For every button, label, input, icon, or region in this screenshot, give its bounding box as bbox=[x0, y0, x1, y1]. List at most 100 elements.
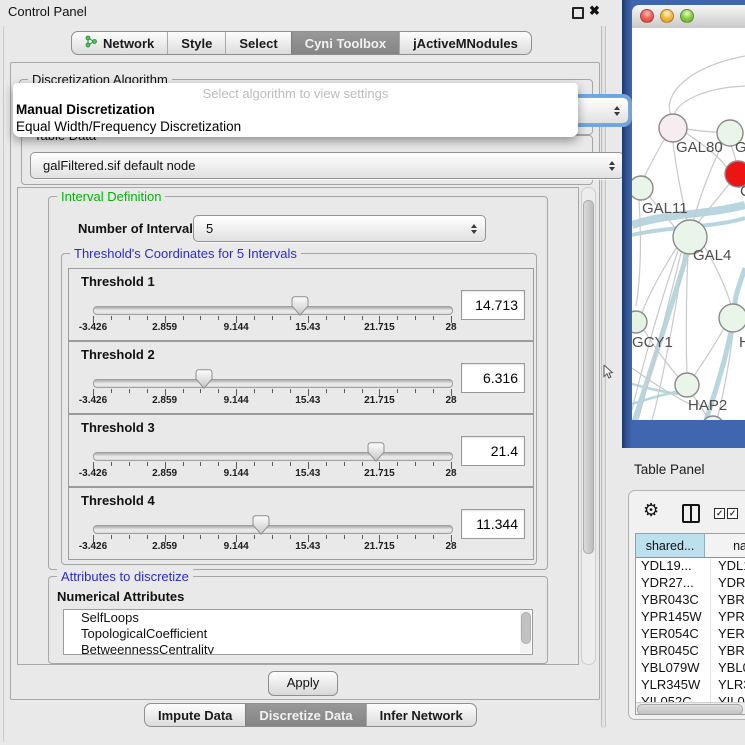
node-label: C bbox=[740, 183, 745, 200]
tick-mark bbox=[397, 389, 398, 393]
tick-mark bbox=[254, 462, 255, 466]
tab-select[interactable]: Select bbox=[225, 32, 290, 54]
tick-mark bbox=[326, 316, 327, 320]
tab-label: Style bbox=[181, 36, 212, 51]
tick-mark bbox=[362, 316, 363, 320]
tick-label: 28 bbox=[445, 395, 456, 406]
threshold-value-field[interactable] bbox=[461, 509, 525, 539]
list-scrollbar[interactable] bbox=[520, 611, 531, 653]
tab-label: jActiveMNodules bbox=[413, 36, 518, 51]
table-row[interactable]: YLR345WYLR3 bbox=[636, 677, 745, 694]
slider-track[interactable] bbox=[93, 452, 453, 461]
cell-shared-name: YLR345W bbox=[636, 677, 711, 694]
cell-shared-name: YBL079W bbox=[636, 660, 711, 677]
minimize-traffic-light-icon[interactable] bbox=[660, 9, 674, 23]
tab-discretize-data[interactable]: Discretize Data bbox=[245, 704, 365, 726]
table-data-combobox[interactable]: galFiltered.sif default node bbox=[30, 152, 624, 179]
tick-mark bbox=[111, 535, 112, 539]
cell-shared-name: YDR27... bbox=[636, 575, 711, 592]
tick-mark bbox=[326, 389, 327, 393]
mouse-cursor bbox=[603, 365, 614, 380]
slider-thumb[interactable] bbox=[367, 442, 385, 462]
popup-option-equal-width-frequency[interactable]: Equal Width/Frequency Discretization bbox=[13, 118, 578, 135]
float-window-icon[interactable] bbox=[572, 7, 584, 19]
node-label: GCY1 bbox=[632, 334, 673, 351]
tick-label: 15.43 bbox=[295, 395, 320, 406]
slider-track[interactable] bbox=[93, 306, 453, 315]
attribute-list-item[interactable]: SelfLoops bbox=[64, 610, 532, 626]
table-row[interactable]: YDL19...YDL1 bbox=[636, 558, 745, 575]
settings-vertical-scrollbar[interactable] bbox=[581, 187, 596, 665]
tick-label: 21.715 bbox=[364, 468, 395, 479]
tick-mark bbox=[183, 462, 184, 466]
panel-left-edge bbox=[3, 26, 4, 742]
network-node-gal80[interactable] bbox=[659, 114, 687, 142]
tick-mark bbox=[129, 462, 130, 466]
table-row[interactable]: YPR145WYPR1 bbox=[636, 609, 745, 626]
table-horizontal-scrollbar[interactable] bbox=[636, 702, 745, 715]
tab-cyni-toolbox[interactable]: Cyni Toolbox bbox=[291, 32, 399, 54]
tick-mark bbox=[433, 535, 434, 539]
tick-mark bbox=[200, 462, 201, 466]
numerical-attributes-list[interactable]: SelfLoopsTopologicalCoefficientBetweenne… bbox=[63, 609, 533, 655]
zoom-traffic-light-icon[interactable] bbox=[680, 9, 694, 23]
attribute-list-item[interactable]: TopologicalCoefficient bbox=[64, 626, 532, 642]
threshold-value-field[interactable] bbox=[461, 290, 525, 320]
checkbox-icon[interactable]: ✓ bbox=[727, 508, 738, 519]
threshold-value-field[interactable] bbox=[461, 363, 525, 393]
network-node-h[interactable] bbox=[719, 304, 745, 332]
close-traffic-light-icon[interactable] bbox=[640, 9, 654, 23]
table-data-combobox-value: galFiltered.sif default node bbox=[43, 158, 195, 173]
interval-definition-group: Interval Definition Number of Intervals … bbox=[48, 196, 548, 570]
number-of-intervals-combobox[interactable]: 5 bbox=[193, 215, 486, 242]
popup-option-manual-discretization[interactable]: Manual Discretization bbox=[13, 101, 578, 118]
network-node-gal11[interactable] bbox=[632, 176, 653, 200]
attribute-list-item[interactable]: BetweennessCentrality bbox=[64, 642, 532, 655]
table-row[interactable]: YDR27...YDR2 bbox=[636, 575, 745, 592]
cell-name: YBR0 bbox=[711, 643, 745, 660]
node-label: HAP2 bbox=[688, 397, 727, 414]
split-column-icon[interactable] bbox=[682, 504, 700, 523]
settings-scroll-viewport: Interval Definition Number of Intervals … bbox=[17, 187, 579, 665]
tick-label: 21.715 bbox=[364, 322, 395, 333]
threshold-value-field[interactable] bbox=[461, 436, 525, 466]
tick-mark bbox=[129, 389, 130, 393]
table-panel-title: Table Panel bbox=[634, 462, 705, 477]
tick-label: 2.859 bbox=[152, 322, 177, 333]
apply-button[interactable]: Apply bbox=[268, 671, 338, 696]
slider-thumb[interactable] bbox=[291, 296, 309, 316]
close-icon[interactable]: ✖ bbox=[589, 3, 600, 19]
number-of-intervals-label: Number of Intervals bbox=[78, 221, 200, 236]
table-row[interactable]: YER054CYER0 bbox=[636, 626, 745, 643]
table-row[interactable]: YBR045CYBR0 bbox=[636, 643, 745, 660]
tick-mark bbox=[254, 316, 255, 320]
tab-infer-network[interactable]: Infer Network bbox=[366, 704, 476, 726]
tab-network[interactable]: Network bbox=[72, 32, 167, 54]
tab-jactivemnodules[interactable]: jActiveMNodules bbox=[399, 32, 531, 54]
table-row[interactable]: YBR043CYBR0 bbox=[636, 592, 745, 609]
network-node-gcy1[interactable] bbox=[632, 311, 647, 333]
threshold-label: Threshold 3 bbox=[81, 420, 155, 435]
node-label: GAL11 bbox=[642, 200, 688, 217]
table-header-row: shared... na bbox=[636, 534, 745, 558]
table-row[interactable]: YBL079WYBL0 bbox=[636, 660, 745, 677]
slider-track[interactable] bbox=[93, 525, 453, 534]
checkbox-icon[interactable]: ✓ bbox=[714, 508, 725, 519]
tick-mark bbox=[111, 389, 112, 393]
slider-track[interactable] bbox=[93, 379, 453, 388]
tick-mark bbox=[415, 462, 416, 466]
tab-impute-data[interactable]: Impute Data bbox=[145, 704, 245, 726]
tab-style[interactable]: Style bbox=[167, 32, 225, 54]
network-canvas[interactable]: GAL80GACGAL11GAL4GCY1HHAP2 bbox=[632, 28, 745, 420]
gear-icon[interactable]: ⚙ bbox=[643, 500, 659, 521]
column-header-shared-name[interactable]: shared... bbox=[636, 534, 705, 557]
cyni-mode-tab-bar: Impute DataDiscretize DataInfer Network bbox=[144, 703, 477, 727]
cell-shared-name: YBR043C bbox=[636, 592, 711, 609]
network-window-titlebar[interactable] bbox=[632, 5, 745, 29]
slider-thumb[interactable] bbox=[252, 515, 270, 535]
slider-thumb[interactable] bbox=[195, 369, 213, 389]
tick-mark bbox=[147, 316, 148, 320]
column-header-name[interactable]: na bbox=[705, 534, 745, 557]
network-node-hap2[interactable] bbox=[675, 373, 699, 397]
tick-mark bbox=[272, 389, 273, 393]
